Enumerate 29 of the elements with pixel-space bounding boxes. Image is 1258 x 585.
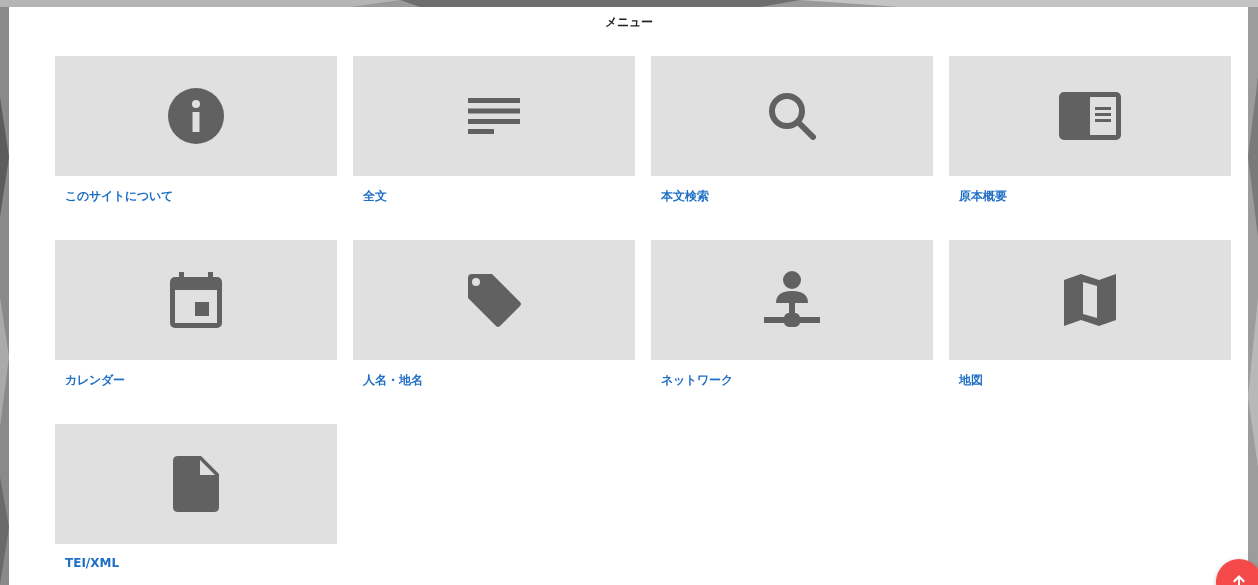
menu-link[interactable]: ネットワーク [661,372,733,389]
network-person-icon [764,271,820,329]
menu-tile[interactable] [651,240,933,360]
menu-link[interactable]: 本文検索 [661,188,709,205]
menu-link[interactable]: 人名・地名 [363,372,423,389]
menu-link[interactable]: カレンダー [65,372,125,389]
menu-tile[interactable] [55,240,337,360]
menu-tile[interactable] [353,56,635,176]
menu-tile[interactable] [949,56,1231,176]
menu-tile[interactable] [651,56,933,176]
menu-tile[interactable] [55,56,337,176]
menu-link[interactable]: 地図 [959,372,983,389]
map-icon [1064,274,1116,326]
menu-link[interactable]: 原本概要 [959,188,1007,205]
arrow-up-icon [1233,575,1245,585]
book-icon [1059,92,1121,140]
info-icon [168,88,224,144]
file-icon [173,456,219,512]
menu-link[interactable]: このサイトについて [65,188,173,205]
text-lines-icon [468,98,520,134]
menu-tile[interactable] [353,240,635,360]
menu-tile[interactable] [949,240,1231,360]
search-icon [768,92,816,140]
menu-link[interactable]: 全文 [363,188,387,205]
menu-tile[interactable] [55,424,337,544]
tag-icon [466,272,522,328]
calendar-icon [170,272,222,328]
page-title: メニュー [604,14,653,31]
menu-link[interactable]: TEI/XML [65,556,120,570]
